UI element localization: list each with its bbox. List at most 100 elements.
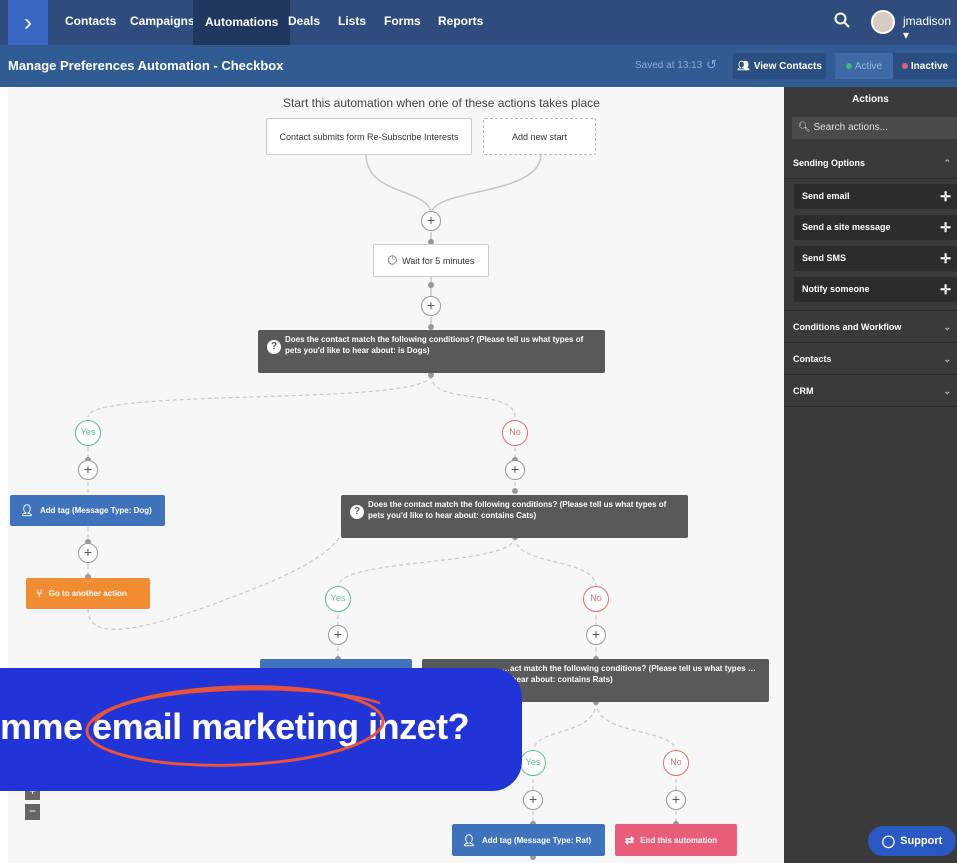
condition-node-cats[interactable]: ? Does the contact match the following c…: [341, 495, 688, 538]
nav-lists[interactable]: Lists: [338, 14, 366, 28]
page-title: Manage Preferences Automation - Checkbox: [8, 58, 284, 73]
active-label: Active: [854, 60, 883, 72]
add-step-button[interactable]: +: [78, 543, 98, 563]
move-icon[interactable]: ✛: [940, 184, 951, 209]
no-branch-label: No: [502, 420, 528, 446]
view-contacts-button[interactable]: 👥︎ View Contacts: [733, 53, 826, 79]
app-logo-icon[interactable]: ›: [8, 0, 48, 45]
move-icon[interactable]: ✛: [940, 277, 951, 302]
condition-label: Does the contact match the following con…: [368, 500, 667, 520]
section-label: Conditions and Workflow: [793, 322, 902, 332]
no-branch-label: No: [663, 750, 689, 776]
saved-status: Saved at 13:13: [635, 60, 703, 71]
action-send-site-message[interactable]: Send a site message ✛: [794, 215, 957, 240]
end-icon: ⇄: [625, 834, 635, 847]
zoom-out-button[interactable]: −: [25, 804, 40, 820]
add-tag-rat-label: Add tag (Message Type: Rat): [481, 835, 592, 845]
action-send-email[interactable]: Send email ✛: [794, 184, 957, 209]
chevron-down-icon: ⌄: [943, 386, 951, 396]
actions-sidebar: Actions 🔍︎ Search actions... Sending Opt…: [784, 87, 957, 863]
sending-options-list: Send email ✛ Send a site message ✛ Send …: [784, 179, 957, 311]
add-step-button[interactable]: +: [421, 211, 441, 231]
section-label: Contacts: [793, 354, 832, 364]
start-trigger-node[interactable]: Contact submits form Re-Subscribe Intere…: [266, 118, 472, 155]
active-toggle[interactable]: Active: [835, 53, 893, 79]
yes-branch-label: Yes: [325, 586, 351, 612]
chat-bubble-icon: ◯: [881, 834, 896, 848]
add-step-button[interactable]: +: [328, 625, 348, 645]
yes-branch-label: Yes: [520, 750, 546, 776]
condition-label: Does the contact match the following con…: [285, 335, 584, 355]
nav-forms[interactable]: Forms: [384, 14, 421, 28]
clock-icon: 🕒︎: [387, 253, 398, 267]
user-icon: 👤︎: [20, 505, 34, 517]
add-step-button[interactable]: +: [421, 296, 441, 316]
condition-node-dogs[interactable]: ? Does the contact match the following c…: [258, 330, 605, 373]
move-icon[interactable]: ✛: [940, 215, 951, 240]
question-icon: ?: [350, 505, 364, 519]
add-tag-dog-label: Add tag (Message Type: Dog): [39, 506, 152, 515]
action-notify-someone[interactable]: Notify someone ✛: [794, 277, 957, 302]
condition-label: …act match the following conditions? (Pl…: [502, 664, 756, 684]
search-actions-input[interactable]: 🔍︎ Search actions...: [792, 117, 957, 139]
automation-header: Manage Preferences Automation - Checkbox…: [0, 45, 957, 87]
add-step-button[interactable]: +: [523, 790, 543, 810]
user-icon: 👤︎: [462, 834, 476, 847]
no-branch-label: No: [583, 586, 609, 612]
inactive-label: Inactive: [910, 60, 949, 72]
highlight-circle-icon: [85, 685, 385, 767]
section-crm[interactable]: CRM ⌄: [784, 375, 957, 407]
action-label: Send SMS: [802, 253, 847, 263]
move-icon[interactable]: ✛: [940, 246, 951, 271]
yes-branch-label: Yes: [75, 420, 101, 446]
add-step-button[interactable]: +: [586, 625, 606, 645]
promo-banner: mme email marketing inzet?: [0, 668, 522, 791]
user-menu[interactable]: jmadison ▾: [903, 14, 957, 42]
section-sending-options[interactable]: Sending Options ⌃: [784, 147, 957, 179]
top-nav: › Contacts Campaigns Automations Deals L…: [0, 0, 957, 45]
nav-deals[interactable]: Deals: [288, 14, 320, 28]
chevron-down-icon: ⌄: [943, 322, 951, 332]
go-to-action-node[interactable]: ⑂ Go to another action: [26, 578, 150, 609]
nav-contacts[interactable]: Contacts: [65, 14, 116, 28]
add-tag-rat-node[interactable]: 👤︎ Add tag (Message Type: Rat): [452, 824, 605, 856]
avatar[interactable]: [871, 10, 895, 34]
nav-reports[interactable]: Reports: [438, 14, 483, 28]
go-to-action-label: Go to another action: [48, 589, 127, 598]
active-dot-icon: [845, 63, 852, 69]
sidebar-title: Actions: [852, 94, 889, 105]
add-new-start-node[interactable]: Add new start: [483, 118, 596, 155]
users-icon: 👥︎: [737, 60, 750, 72]
add-step-button[interactable]: +: [666, 790, 686, 810]
flow-heading: Start this automation when one of these …: [283, 96, 600, 110]
add-step-button[interactable]: +: [505, 460, 525, 480]
chevron-down-icon: ▾: [903, 28, 910, 42]
add-step-button[interactable]: +: [78, 460, 98, 480]
nav-campaigns[interactable]: Campaigns: [130, 14, 195, 28]
inactive-toggle[interactable]: Inactive: [893, 53, 957, 79]
end-automation-node[interactable]: ⇄ End this automation: [615, 824, 737, 856]
nav-automations[interactable]: Automations: [193, 0, 291, 45]
action-label: Send a site message: [802, 222, 891, 232]
section-label: Sending Options: [793, 158, 865, 168]
wait-label: Wait for 5 minutes: [402, 255, 475, 266]
action-label: Send email: [802, 191, 850, 201]
end-automation-label: End this automation: [640, 835, 718, 845]
section-label: CRM: [793, 386, 814, 396]
action-send-sms[interactable]: Send SMS ✛: [794, 246, 957, 271]
view-contacts-label: View Contacts: [753, 60, 822, 72]
wait-node[interactable]: 🕒︎ Wait for 5 minutes: [373, 244, 489, 277]
start-trigger-label: Contact submits form Re-Subscribe Intere…: [279, 131, 459, 142]
support-label: Support: [900, 835, 943, 847]
search-icon[interactable]: [834, 12, 852, 30]
username: jmadison: [903, 14, 952, 28]
chevron-down-icon: ⌄: [943, 354, 951, 364]
support-button[interactable]: ◯ Support: [868, 826, 956, 856]
add-tag-dog-node[interactable]: 👤︎ Add tag (Message Type: Dog): [10, 495, 165, 526]
branch-icon: ⑂: [36, 587, 43, 600]
chevron-up-icon: ⌃: [943, 158, 951, 168]
section-contacts[interactable]: Contacts ⌄: [784, 343, 957, 375]
search-actions-placeholder: Search actions...: [813, 122, 888, 133]
section-conditions-workflow[interactable]: Conditions and Workflow ⌄: [784, 311, 957, 343]
history-icon[interactable]: ↺: [706, 57, 717, 73]
